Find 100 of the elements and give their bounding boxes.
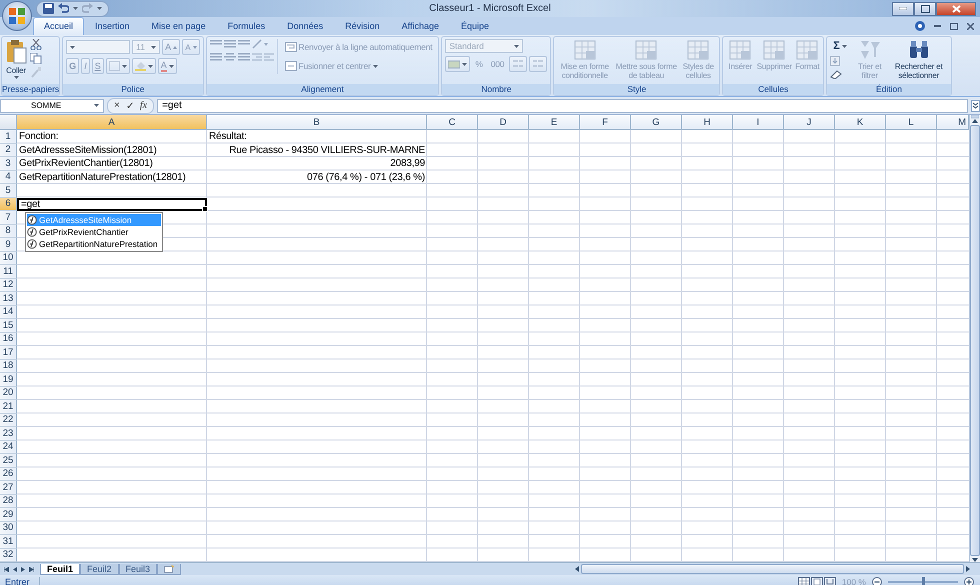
ribbon-tab[interactable]: Accueil [33,17,84,35]
paste-button[interactable]: Coller [5,39,27,79]
expand-icon[interactable] [971,100,980,112]
insert-function-button[interactable]: fx [140,100,148,111]
scroll-up-icon[interactable] [972,119,978,123]
scrollbar-thumb[interactable] [970,125,980,556]
column-header[interactable]: C [427,115,478,130]
enter-button[interactable]: ✓ [126,100,134,112]
scrollbar-thumb[interactable] [581,564,964,574]
autocomplete-item[interactable]: GetPrixRevientChantier [27,226,161,238]
column-header[interactable]: B [207,115,427,130]
row-header[interactable]: 13 [0,292,17,306]
column-header[interactable]: K [835,115,886,130]
column-header[interactable]: H [682,115,733,130]
first-sheet-icon[interactable] [4,566,9,572]
caret-icon[interactable] [148,64,153,68]
column-header[interactable]: A [17,115,207,130]
column-header[interactable]: G [631,115,682,130]
column-header[interactable]: F [580,115,631,130]
zoom-in-icon[interactable] [964,577,974,585]
row-header[interactable]: 7 [0,211,17,224]
caret-icon[interactable] [842,44,847,48]
normal-view-icon[interactable] [798,577,810,585]
row-header[interactable]: 3 [0,157,17,170]
column-header[interactable]: M [937,115,969,130]
row-header[interactable]: 31 [0,535,17,548]
caret-icon[interactable] [94,104,99,107]
caret-icon[interactable] [462,62,468,66]
row-header[interactable]: 21 [0,400,17,414]
restore-icon[interactable] [950,22,958,30]
restore-button[interactable] [914,2,936,16]
row-header[interactable]: 2 [0,144,17,157]
ribbon-tab[interactable]: Équipe [450,17,500,35]
ribbon-tab[interactable]: Révision [334,17,391,35]
row-header[interactable]: 6 [0,198,17,211]
row-header[interactable]: 11 [0,265,17,278]
ribbon-tab[interactable]: Mise en page [140,17,217,35]
help-icon[interactable] [915,21,925,31]
formula-field[interactable]: =get [157,98,968,112]
minimize-button[interactable] [892,2,914,16]
fill-color-button[interactable] [132,58,156,74]
name-box[interactable]: SOMME [0,98,104,112]
next-sheet-icon[interactable] [21,566,25,572]
autosum-button[interactable]: Σ [830,39,850,53]
caret-icon[interactable] [97,7,102,10]
close-button[interactable] [936,2,976,16]
row-header[interactable]: 22 [0,414,17,427]
caret-icon[interactable] [168,64,174,68]
new-sheet-tab[interactable] [157,564,182,574]
page-break-icon[interactable] [824,577,836,585]
sheet-tab[interactable]: Feuil1 [40,564,80,574]
close-icon[interactable] [967,22,974,30]
page-layout-icon[interactable] [810,577,823,585]
active-cell[interactable]: =get [17,198,207,211]
row-header[interactable]: 8 [0,224,17,238]
last-sheet-icon[interactable] [29,566,34,572]
row-header[interactable]: 9 [0,238,17,252]
cancel-button[interactable]: × [114,100,120,111]
undo-icon[interactable] [58,3,69,14]
row-header[interactable]: 23 [0,427,17,440]
row-header[interactable]: 32 [0,548,17,562]
row-header[interactable]: 10 [0,252,17,265]
ribbon-tab[interactable]: Formules [216,17,276,35]
row-header[interactable]: 4 [0,170,17,184]
row-header[interactable]: 14 [0,306,17,319]
row-header[interactable]: 28 [0,494,17,508]
caret-icon[interactable] [14,76,18,79]
caret-icon[interactable] [73,7,78,10]
column-header[interactable]: I [733,115,784,130]
row-header[interactable]: 19 [0,373,17,386]
copy-icon[interactable] [30,53,42,64]
caret-icon[interactable] [70,46,76,48]
find-select-button[interactable]: Rechercher et sélectionner [890,39,948,80]
row-header[interactable]: 26 [0,468,17,481]
row-header[interactable]: 17 [0,346,17,360]
ribbon-tab[interactable]: Données [276,17,334,35]
ribbon-tab[interactable]: Affichage [390,17,450,35]
caret-icon[interactable] [514,44,520,48]
row-header[interactable]: 1 [0,130,17,144]
autocomplete-item[interactable]: GetRepartitionNaturePrestation [27,238,161,250]
office-button[interactable] [2,1,32,31]
row-header[interactable]: 27 [0,481,17,494]
column-header[interactable]: D [478,115,529,130]
zoom-slider-thumb[interactable] [922,577,925,585]
sheet-tab[interactable]: Feuil2 [80,564,119,574]
row-header[interactable]: 16 [0,332,17,346]
sheet-tab[interactable]: Feuil3 [118,564,158,574]
zoom-out-icon[interactable] [872,577,882,585]
eraser-icon[interactable] [830,69,844,79]
ribbon-tab[interactable]: Insertion [84,17,141,35]
scissors-icon[interactable] [30,39,42,50]
caret-icon[interactable] [372,64,378,68]
row-header[interactable]: 12 [0,278,17,292]
save-icon[interactable] [43,3,54,14]
caret-icon[interactable] [151,46,156,48]
row-header[interactable]: 18 [0,360,17,373]
row-header[interactable]: 25 [0,454,17,468]
previous-sheet-icon[interactable] [13,566,17,572]
row-header[interactable]: 30 [0,522,17,535]
column-header[interactable]: E [529,115,580,130]
